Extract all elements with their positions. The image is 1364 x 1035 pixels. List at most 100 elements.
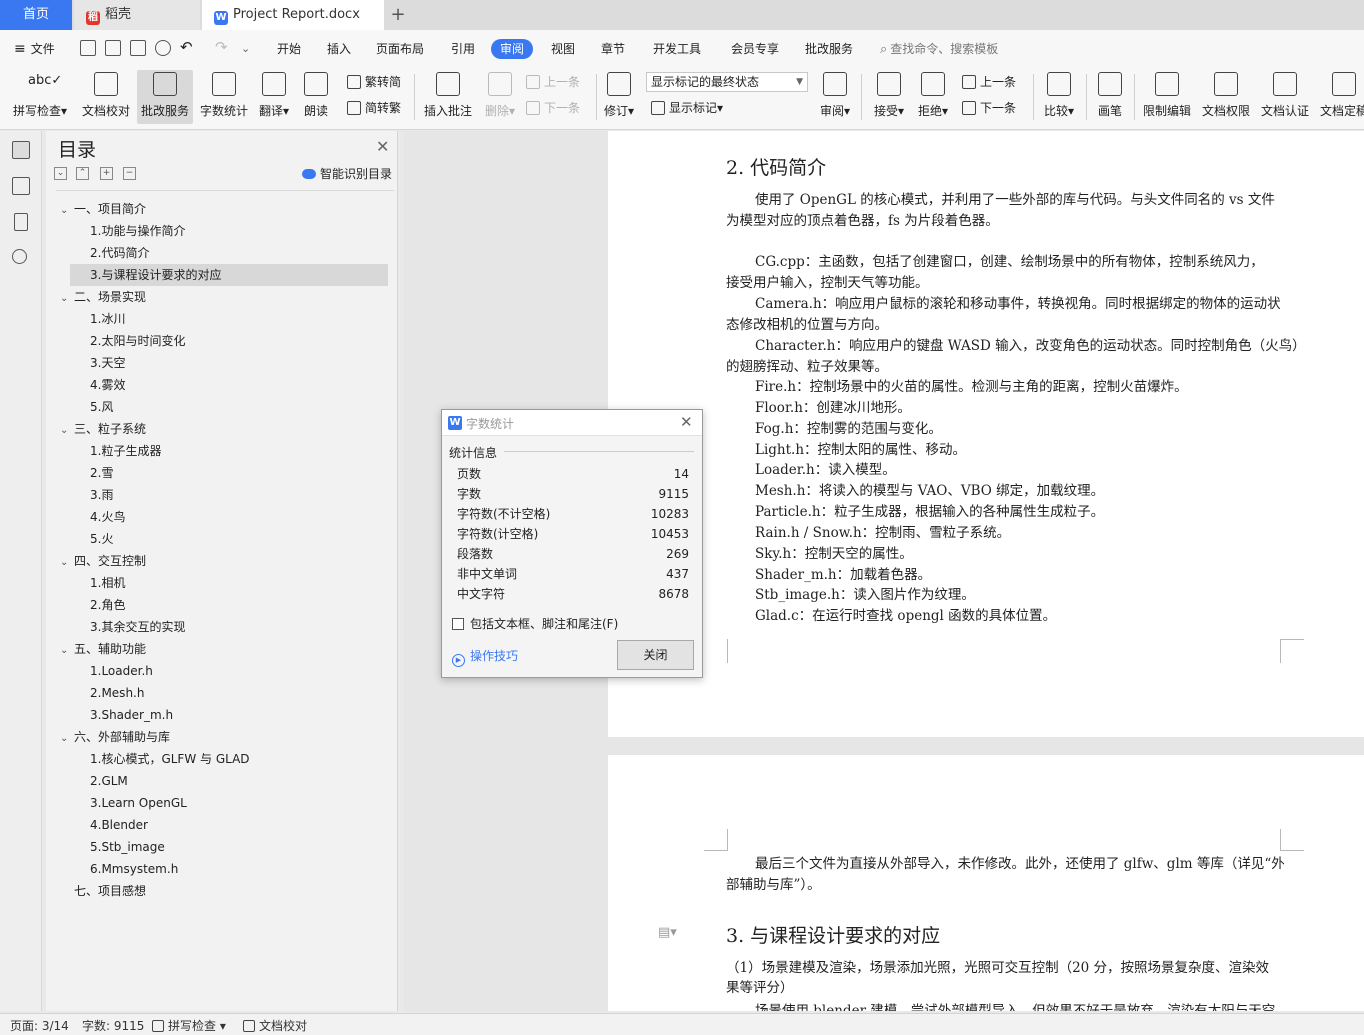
- toc-item[interactable]: 七、项目感想: [60, 880, 146, 902]
- doc-certify-button[interactable]: 文档认证: [1258, 70, 1312, 124]
- smart-toc-button[interactable]: 智能识别目录: [302, 165, 392, 182]
- include-notes-checkbox[interactable]: 包括文本框、脚注和尾注(F): [452, 615, 618, 632]
- menu-dev-tools[interactable]: 开发工具: [653, 39, 701, 59]
- insert-comment-button[interactable]: 插入批注: [421, 70, 475, 124]
- redo-icon[interactable]: ↷: [215, 37, 228, 57]
- file-menu[interactable]: ≡ 文件: [14, 39, 55, 59]
- doc-final-button[interactable]: 文档定稿: [1320, 70, 1364, 124]
- toc-item[interactable]: 2.Mesh.h: [90, 682, 144, 704]
- markup-mode-select[interactable]: 显示标记的最终状态 ▼: [646, 72, 808, 92]
- next-change-button[interactable]: 下一条: [962, 98, 1016, 118]
- tab-document[interactable]: W Project Report.docx: [202, 0, 384, 30]
- reject-button[interactable]: 拒绝▾: [914, 70, 952, 124]
- print-preview-icon[interactable]: [155, 40, 171, 56]
- chevron-down-icon[interactable]: ⌄: [60, 200, 74, 222]
- toc-item[interactable]: 5.火: [90, 528, 113, 550]
- toc-item[interactable]: 1.功能与操作简介: [90, 220, 185, 242]
- toc-item[interactable]: ⌄ 四、交互控制: [60, 550, 146, 572]
- menu-chapter[interactable]: 章节: [601, 39, 625, 59]
- read-aloud-button[interactable]: 朗读: [300, 70, 332, 124]
- close-icon[interactable]: ✕: [680, 413, 693, 431]
- menu-view[interactable]: 视图: [551, 39, 575, 59]
- doc-proof-button[interactable]: 文档校对: [78, 70, 134, 124]
- menu-references[interactable]: 引用: [451, 39, 475, 59]
- chevron-down-icon[interactable]: ⌄: [60, 420, 74, 442]
- export-pdf-icon[interactable]: [105, 40, 121, 56]
- doc-proof-toggle[interactable]: 文档校对: [243, 1017, 307, 1034]
- spell-check-toggle[interactable]: 拼写检查 ▾: [152, 1017, 226, 1034]
- save-icon[interactable]: [80, 40, 96, 56]
- chevron-down-icon[interactable]: ⌄: [60, 728, 74, 750]
- toc-item[interactable]: 2.雪: [90, 462, 113, 484]
- toc-item[interactable]: 2.角色: [90, 594, 125, 616]
- simp-to-trad-button[interactable]: 简转繁: [347, 98, 401, 118]
- menu-correction[interactable]: 批改服务: [805, 39, 853, 59]
- remove-heading-icon[interactable]: −: [123, 167, 136, 180]
- checkbox-box[interactable]: [452, 618, 464, 630]
- menu-review[interactable]: 审阅: [491, 39, 534, 59]
- menu-start[interactable]: 开始: [277, 39, 301, 59]
- more-icon[interactable]: ⌄: [241, 39, 250, 59]
- toc-item[interactable]: 1.粒子生成器: [90, 440, 161, 462]
- toc-item[interactable]: 2.GLM: [90, 770, 128, 792]
- doc-permission-button[interactable]: 文档权限: [1199, 70, 1253, 124]
- toc-item[interactable]: 6.Mmsystem.h: [90, 858, 178, 880]
- chevron-down-icon[interactable]: ⌄: [60, 640, 74, 662]
- toc-item[interactable]: 3.与课程设计要求的对应: [70, 264, 388, 286]
- toc-item[interactable]: 3.其余交互的实现: [90, 616, 185, 638]
- document-page[interactable]: 最后三个文件为直接从外部导入，未作修改。此外，还使用了 glfw、glm 等库（…: [608, 755, 1364, 1011]
- translate-button[interactable]: 翻译▾: [256, 70, 292, 124]
- toc-item[interactable]: ⌄ 二、场景实现: [60, 286, 146, 308]
- spell-check-button[interactable]: abc✓ 拼写检查▾: [10, 70, 70, 124]
- toc-item[interactable]: 1.Loader.h: [90, 660, 153, 682]
- trad-to-simp-button[interactable]: 繁转简: [347, 72, 401, 92]
- prev-comment-button[interactable]: 上一条: [526, 72, 580, 92]
- toc-item[interactable]: 3.天空: [90, 352, 125, 374]
- toc-item[interactable]: 4.火鸟: [90, 506, 125, 528]
- toc-item[interactable]: 1.核心模式，GLFW 与 GLAD: [90, 748, 250, 770]
- accept-button[interactable]: 接受▾: [870, 70, 908, 124]
- prev-change-button[interactable]: 上一条: [962, 72, 1016, 92]
- tips-link[interactable]: ▶ 操作技巧: [452, 647, 518, 667]
- toc-item[interactable]: 3.Learn OpenGL: [90, 792, 187, 814]
- toc-item[interactable]: ⌄ 三、粒子系统: [60, 418, 146, 440]
- dialog-titlebar[interactable]: W 字数统计 ✕: [442, 410, 702, 436]
- toc-item[interactable]: 3.Shader_m.h: [90, 704, 173, 726]
- track-changes-button[interactable]: 修订▾: [601, 70, 637, 124]
- review-pane-button[interactable]: 审阅▾: [817, 70, 853, 124]
- toc-item[interactable]: ⌄ 一、项目简介: [60, 198, 146, 220]
- collapse-all-icon[interactable]: ⌄: [54, 167, 67, 180]
- close-button[interactable]: 关闭: [617, 640, 694, 670]
- close-icon[interactable]: ✕: [376, 137, 389, 156]
- expand-all-icon[interactable]: ⌃: [76, 167, 89, 180]
- toc-item[interactable]: 4.Blender: [90, 814, 148, 836]
- menu-insert[interactable]: 插入: [327, 39, 351, 59]
- toc-item[interactable]: ⌄ 六、外部辅助与库: [60, 726, 170, 748]
- correction-service-button[interactable]: 批改服务: [137, 70, 193, 124]
- print-icon[interactable]: [130, 40, 146, 56]
- chapter-nav-icon[interactable]: [12, 177, 30, 195]
- add-heading-icon[interactable]: +: [100, 167, 113, 180]
- word-count-button[interactable]: 字数统计: [197, 70, 251, 124]
- toc-item[interactable]: ⌄ 五、辅助功能: [60, 638, 146, 660]
- toc-item[interactable]: 5.风: [90, 396, 113, 418]
- next-comment-button[interactable]: 下一条: [526, 98, 580, 118]
- chevron-down-icon[interactable]: ⌄: [60, 552, 74, 574]
- delete-comment-button[interactable]: 删除▾: [482, 70, 518, 124]
- tab-daoke[interactable]: 稻稻壳: [74, 0, 200, 30]
- toc-item[interactable]: 2.代码简介: [90, 242, 149, 264]
- toc-item[interactable]: 3.雨: [90, 484, 113, 506]
- search-icon[interactable]: [12, 249, 27, 264]
- new-tab-button[interactable]: +: [388, 0, 408, 30]
- command-search[interactable]: ⌕ 查找命令、搜索模板: [880, 39, 998, 59]
- toc-icon[interactable]: [12, 141, 30, 159]
- word-count-indicator[interactable]: 字数: 9115: [82, 1017, 144, 1034]
- chevron-down-icon[interactable]: ⌄: [60, 288, 74, 310]
- restrict-edit-button[interactable]: 限制编辑: [1140, 70, 1194, 124]
- compare-button[interactable]: 比较▾: [1040, 70, 1078, 124]
- document-page[interactable]: 2. 代码简介 使用了 OpenGL 的核心模式，并利用了一些外部的库与代码。与…: [608, 131, 1364, 737]
- show-markup-button[interactable]: 显示标记▾: [651, 98, 723, 118]
- page-indicator[interactable]: 页面: 3/14: [10, 1017, 69, 1034]
- menu-member[interactable]: 会员专享: [731, 39, 779, 59]
- toc-item[interactable]: 4.雾效: [90, 374, 125, 396]
